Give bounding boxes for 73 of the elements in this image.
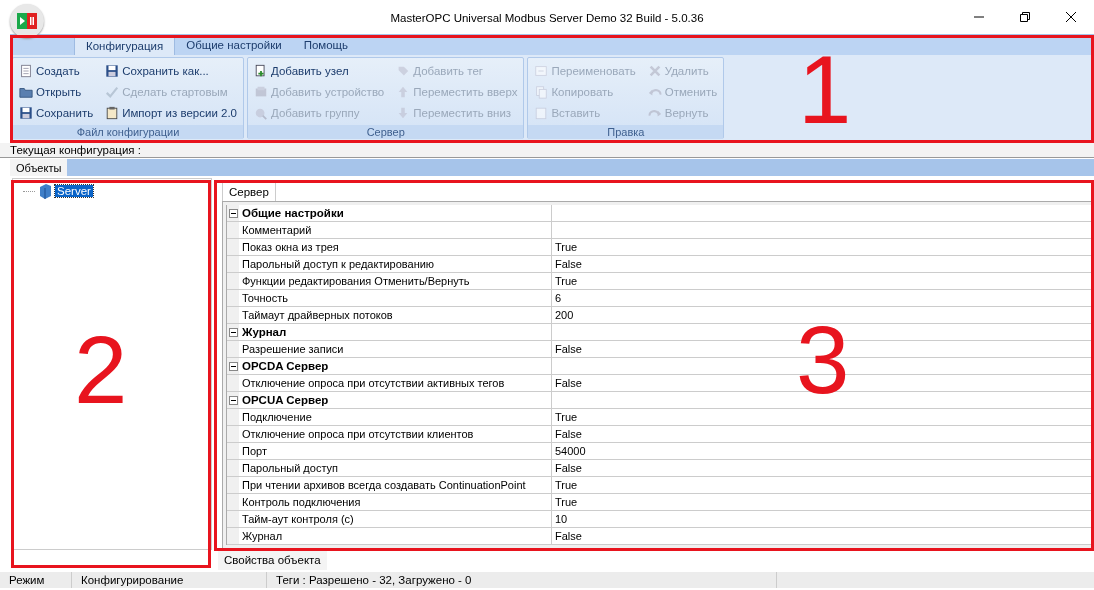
- property-value[interactable]: False: [552, 528, 582, 544]
- property-value[interactable]: True: [552, 409, 578, 425]
- ribbon-button[interactable]: Добавить узел: [252, 60, 387, 81]
- property-value[interactable]: False: [552, 460, 582, 476]
- ribbon-button[interactable]: Импорт из версии 2.0: [103, 102, 239, 123]
- object-properties-tab[interactable]: Свойства объекта: [218, 550, 327, 570]
- property-name: Точность: [239, 290, 552, 306]
- rename-icon: [534, 63, 549, 78]
- objects-tab[interactable]: Объекты: [10, 159, 68, 176]
- ribbon-tab[interactable]: Помощь: [292, 35, 360, 55]
- ribbon-button[interactable]: Открыть: [17, 81, 96, 102]
- property-name: Порт: [239, 443, 552, 459]
- property-value[interactable]: 10: [552, 511, 568, 527]
- property-name: Функции редактирования Отменить/Вернуть: [239, 273, 552, 289]
- server-icon: [38, 183, 52, 199]
- property-name: Журнал: [239, 528, 552, 544]
- tree-item[interactable]: Server: [55, 185, 93, 197]
- category-name: OPCUA Сервер: [239, 392, 552, 408]
- category-name: Журнал: [239, 324, 552, 340]
- property-value[interactable]: 200: [552, 307, 574, 323]
- ribbon-button[interactable]: Сохранить: [17, 102, 96, 123]
- property-name: Комментарий: [239, 222, 552, 238]
- property-value[interactable]: True: [552, 273, 578, 289]
- property-value[interactable]: True: [552, 239, 578, 255]
- property-value[interactable]: False: [552, 256, 582, 272]
- app-logo-icon[interactable]: [10, 4, 44, 38]
- ribbon-tab[interactable]: Общие настройки: [175, 35, 293, 55]
- property-name: При чтении архивов всегда создавать ContinuationPoint: [239, 477, 552, 493]
- floppy-icon: [105, 63, 120, 78]
- category-name: OPCDA Сервер: [239, 358, 552, 374]
- group-label: Файл конфигурации: [13, 125, 243, 139]
- annotation-number: 3: [796, 312, 850, 408]
- paste-icon: [534, 105, 549, 120]
- property-value[interactable]: True: [552, 477, 578, 493]
- property-value[interactable]: False: [552, 426, 582, 442]
- copy-icon: [534, 84, 549, 99]
- current-config-label: Текущая конфигурация :: [10, 144, 141, 156]
- ribbon-button[interactable]: Сохранить как...: [103, 60, 239, 81]
- annotation-number: 1: [798, 42, 852, 138]
- ribbon-button[interactable]: Создать: [17, 60, 96, 81]
- group-label: Сервер: [248, 125, 524, 139]
- property-name: Таймаут драйверных потоков: [239, 307, 552, 323]
- property-name: Разрешение записи: [239, 341, 552, 357]
- cross-icon: [647, 63, 662, 78]
- status-text: Теги : Разрешено - 32, Загружено - 0: [267, 572, 777, 588]
- restore-icon: [1020, 12, 1030, 22]
- category-name: Общие настройки: [239, 205, 552, 221]
- property-name: Показ окна из трея: [239, 239, 552, 255]
- node-icon: [254, 63, 268, 78]
- annotation-number: 2: [74, 322, 128, 418]
- device-icon: [254, 84, 268, 99]
- property-value[interactable]: 6: [552, 290, 562, 306]
- property-value[interactable]: False: [552, 341, 582, 357]
- property-name: Парольный доступ к редактированию: [239, 256, 552, 272]
- property-value[interactable]: 54000: [552, 443, 586, 459]
- property-name: Парольный доступ: [239, 460, 552, 476]
- property-name: Контроль подключения: [239, 494, 552, 510]
- property-value[interactable]: False: [552, 375, 582, 391]
- property-name: Отключение опроса при отсутствии клиентов: [239, 426, 552, 442]
- clipboard-icon: [105, 105, 120, 120]
- property-name: Подключение: [239, 409, 552, 425]
- group-label: Правка: [528, 125, 724, 139]
- status-text: Конфигурирование: [72, 572, 267, 588]
- status-text: Режим: [0, 572, 72, 588]
- window-title: MasterOPC Universal Modbus Server Demo 32 Build - 5.0.36: [390, 12, 704, 24]
- floppy-icon: [19, 105, 33, 120]
- close-icon: [1066, 12, 1076, 22]
- server-tab[interactable]: Сервер: [222, 181, 276, 201]
- property-value[interactable]: True: [552, 494, 578, 510]
- property-name: Тайм-аут контроля (с): [239, 511, 552, 527]
- checkmark-icon: [105, 84, 120, 99]
- document-icon: [19, 63, 33, 78]
- property-name: Отключение опроса при отсутствии активных тегов: [239, 375, 552, 391]
